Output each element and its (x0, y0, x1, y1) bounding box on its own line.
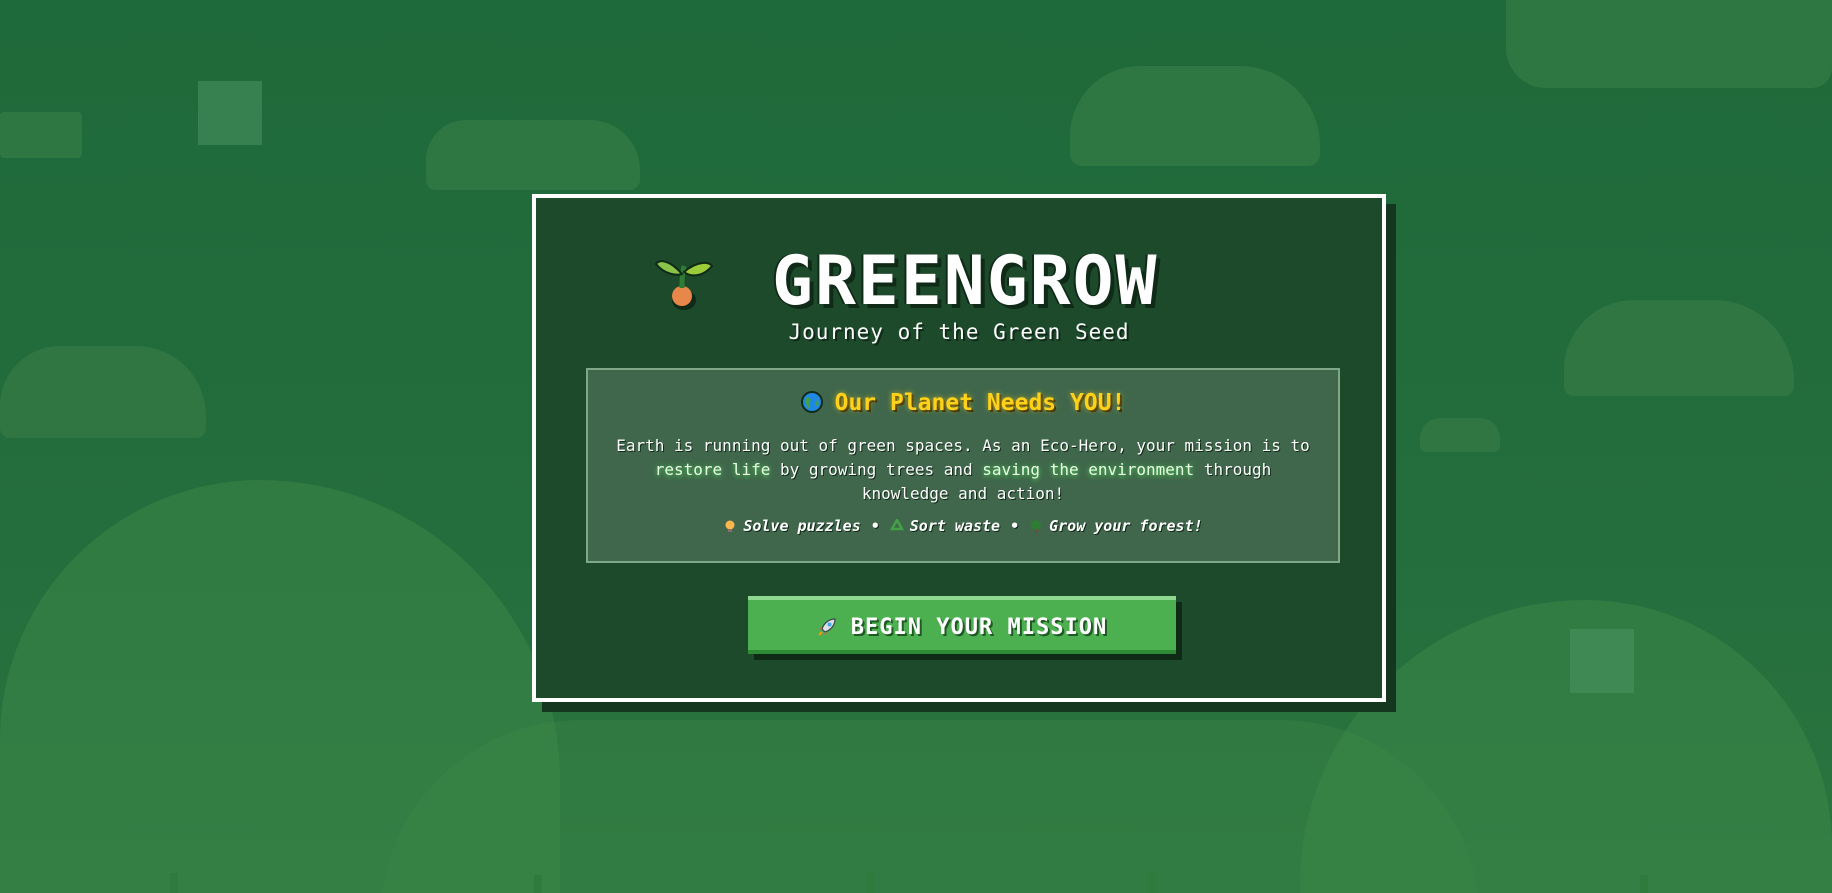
mission-heading-text: Our Planet Needs YOU! (834, 390, 1126, 416)
highlight-saving-environment: saving the environment (982, 460, 1195, 479)
lightbulb-icon (725, 520, 735, 532)
tree-icon (1031, 520, 1042, 533)
task-separator: • (870, 517, 880, 535)
game-background: GREENGROW Journey of the Green Seed Our … (0, 0, 1832, 893)
logo-row: GREENGROW (536, 242, 1382, 322)
cloud (426, 120, 640, 190)
begin-mission-button[interactable]: BEGIN YOUR MISSION (748, 596, 1176, 654)
mission-heading: Our Planet Needs YOU! (588, 390, 1338, 416)
highlight-restore-life: restore life (654, 460, 771, 479)
grass-tuft (1148, 873, 1156, 893)
grass-tuft (1640, 875, 1648, 893)
task-solve-puzzles: Solve puzzles (743, 517, 861, 535)
grass-tuft (866, 871, 874, 893)
task-separator: • (1010, 517, 1020, 535)
grass-tuft (534, 875, 542, 893)
mission-text-part: Earth is running out of green spaces. As… (616, 436, 1310, 455)
rocket-icon (818, 617, 836, 636)
globe-icon (800, 391, 823, 413)
cloud (0, 112, 82, 158)
cloud (1420, 418, 1500, 452)
cloud (0, 346, 206, 438)
begin-mission-label: BEGIN YOUR MISSION (850, 614, 1108, 640)
grass-tuft (170, 873, 178, 893)
task-grow-forest: Grow your forest! (1049, 517, 1203, 535)
task-list: Solve puzzles • Sort waste • Grow your for… (588, 517, 1338, 535)
cloud (1070, 66, 1320, 166)
cloud (1506, 0, 1832, 88)
hill (380, 720, 1480, 893)
sprout-icon (654, 260, 714, 310)
game-subtitle: Journey of the Green Seed (788, 320, 1130, 344)
mission-box: Our Planet Needs YOU! Earth is running o… (586, 368, 1340, 563)
cloud (1564, 300, 1794, 396)
mission-text: Earth is running out of green spaces. As… (612, 434, 1314, 506)
recycle-icon (889, 519, 904, 531)
task-sort-waste: Sort waste (909, 517, 1001, 535)
pixel-square (1570, 629, 1634, 693)
intro-panel: GREENGROW Journey of the Green Seed Our … (532, 194, 1386, 702)
mission-text-part: by growing trees and (770, 460, 983, 479)
pixel-square (198, 81, 262, 145)
game-title: GREENGROW (772, 242, 1159, 321)
